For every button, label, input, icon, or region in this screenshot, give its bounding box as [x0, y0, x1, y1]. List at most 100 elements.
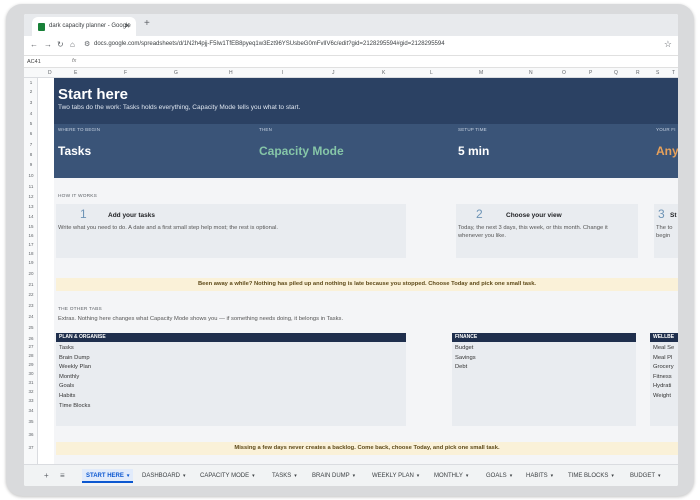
row-header[interactable]: 8 [24, 152, 38, 157]
column-header[interactable]: F [124, 70, 127, 76]
row-header[interactable]: 4 [24, 111, 38, 116]
tab-link-item[interactable]: Meal Pl [650, 354, 678, 364]
column-header[interactable]: S [656, 70, 659, 76]
column-header[interactable]: I [282, 70, 283, 76]
all-sheets-menu-icon[interactable]: ≡ [60, 471, 65, 480]
column-header[interactable]: M [479, 70, 483, 76]
chevron-down-icon[interactable]: ▾ [183, 473, 186, 479]
row-header[interactable]: 25 [24, 325, 38, 330]
column-header[interactable]: G [174, 70, 178, 76]
row-header[interactable]: 34 [24, 408, 38, 413]
row-header[interactable]: 10 [24, 173, 38, 178]
row-header[interactable]: 29 [24, 362, 38, 367]
sheet-tab[interactable]: HABITS ▾ [522, 469, 557, 483]
row-header[interactable]: 11 [24, 184, 38, 189]
sheet-tab[interactable]: MONTHLY ▾ [430, 469, 472, 483]
row-header[interactable]: 26 [24, 336, 38, 341]
column-header[interactable]: H [229, 70, 233, 76]
tab-link-item[interactable]: Brain Dump [56, 354, 406, 364]
chevron-down-icon[interactable]: ▾ [510, 473, 513, 479]
reload-icon[interactable]: ↻ [57, 40, 64, 49]
chevron-down-icon[interactable]: ▾ [353, 473, 356, 479]
row-header[interactable]: 37 [24, 445, 38, 450]
sheet-tab[interactable]: WEEKLY PLAN ▾ [368, 469, 423, 483]
row-header[interactable]: 9 [24, 162, 38, 167]
column-header[interactable]: Q [614, 70, 618, 76]
sheet-tab[interactable]: CAPACITY MODE ▾ [196, 469, 259, 483]
column-header[interactable]: E [74, 70, 77, 76]
row-header[interactable]: 32 [24, 389, 38, 394]
chevron-down-icon[interactable]: ▾ [466, 473, 469, 479]
column-header[interactable]: N [529, 70, 533, 76]
close-tab-icon[interactable]: ✕ [124, 22, 130, 30]
row-header[interactable]: 2 [24, 89, 38, 94]
bookmark-star-icon[interactable]: ☆ [664, 39, 672, 50]
tab-link-item[interactable]: Monthly [56, 373, 406, 383]
tab-link-item[interactable]: Habits [56, 392, 406, 402]
row-header[interactable]: 36 [24, 432, 38, 437]
tab-link-item[interactable]: Weekly Plan [56, 363, 406, 373]
row-header[interactable]: 16 [24, 233, 38, 238]
sheet-tab[interactable]: BUDGET ▾ [626, 469, 665, 483]
sheet-tab[interactable]: BRAIN DUMP ▾ [308, 469, 359, 483]
tab-link-item[interactable]: Debt [452, 363, 636, 373]
name-box[interactable]: AC41 [27, 59, 41, 65]
row-header[interactable]: 17 [24, 242, 38, 247]
sheet-tab[interactable]: TIME BLOCKS ▾ [564, 469, 618, 483]
column-header[interactable]: K [382, 70, 385, 76]
chevron-down-icon[interactable]: ▾ [127, 473, 130, 479]
row-header[interactable]: 21 [24, 282, 38, 287]
row-header[interactable]: 28 [24, 353, 38, 358]
forward-arrow-icon[interactable]: → [44, 40, 52, 49]
row-header[interactable]: 6 [24, 131, 38, 136]
browser-tab[interactable]: dark capacity planner - Google ✕ [32, 17, 136, 36]
row-header[interactable]: 18 [24, 251, 38, 256]
column-header[interactable]: J [332, 70, 335, 76]
row-header[interactable]: 14 [24, 214, 38, 219]
tab-link-item[interactable]: Weight [650, 392, 678, 402]
row-header[interactable]: 12 [24, 194, 38, 199]
row-header[interactable]: 19 [24, 260, 38, 265]
row-header[interactable]: 7 [24, 142, 38, 147]
row-header[interactable]: 22 [24, 292, 38, 297]
tab-link-item[interactable]: Budget [452, 344, 636, 354]
site-settings-icon[interactable]: ⚙ [84, 40, 90, 48]
tab-link-item[interactable]: Goals [56, 382, 406, 392]
row-header[interactable]: 35 [24, 419, 38, 424]
add-sheet-icon[interactable]: + [44, 471, 49, 480]
row-header[interactable]: 31 [24, 380, 38, 385]
column-header[interactable]: R [636, 70, 640, 76]
row-header[interactable]: 20 [24, 271, 38, 276]
column-header[interactable]: P [589, 70, 592, 76]
column-header[interactable]: L [430, 70, 433, 76]
sheet-tab[interactable]: DASHBOARD ▾ [138, 469, 190, 483]
sheet-tab[interactable]: TASKS ▾ [268, 469, 301, 483]
chevron-down-icon[interactable]: ▾ [658, 473, 661, 479]
column-header[interactable]: T [672, 70, 675, 76]
chevron-down-icon[interactable]: ▾ [611, 473, 614, 479]
back-arrow-icon[interactable]: ← [30, 40, 38, 49]
column-header[interactable]: O [562, 70, 566, 76]
row-header[interactable]: 24 [24, 314, 38, 319]
row-header[interactable]: 27 [24, 344, 38, 349]
row-header[interactable]: 30 [24, 371, 38, 376]
sheet-tab[interactable]: GOALS ▾ [482, 469, 516, 483]
column-header[interactable]: D [48, 70, 52, 76]
row-header[interactable]: 23 [24, 303, 38, 308]
chevron-down-icon[interactable]: ▾ [252, 473, 255, 479]
row-header[interactable]: 15 [24, 224, 38, 229]
tab-link-item[interactable]: Fitness [650, 373, 678, 383]
row-header[interactable]: 13 [24, 204, 38, 209]
row-header[interactable]: 33 [24, 398, 38, 403]
row-header[interactable]: 1 [24, 80, 38, 85]
url-field[interactable]: docs.google.com/spreadsheets/d/1N2h4pjj-… [94, 41, 445, 47]
tab-link-item[interactable]: Meal Se [650, 344, 678, 354]
new-tab-button[interactable]: + [144, 18, 150, 29]
sheet-tab[interactable]: START HERE ▾ [82, 469, 134, 483]
tab-link-item[interactable]: Grocery [650, 363, 678, 373]
home-icon[interactable]: ⌂ [70, 40, 75, 49]
chevron-down-icon[interactable]: ▾ [417, 473, 420, 479]
row-header[interactable]: 3 [24, 100, 38, 105]
tab-link-item[interactable]: Savings [452, 354, 636, 364]
chevron-down-icon[interactable]: ▾ [551, 473, 554, 479]
